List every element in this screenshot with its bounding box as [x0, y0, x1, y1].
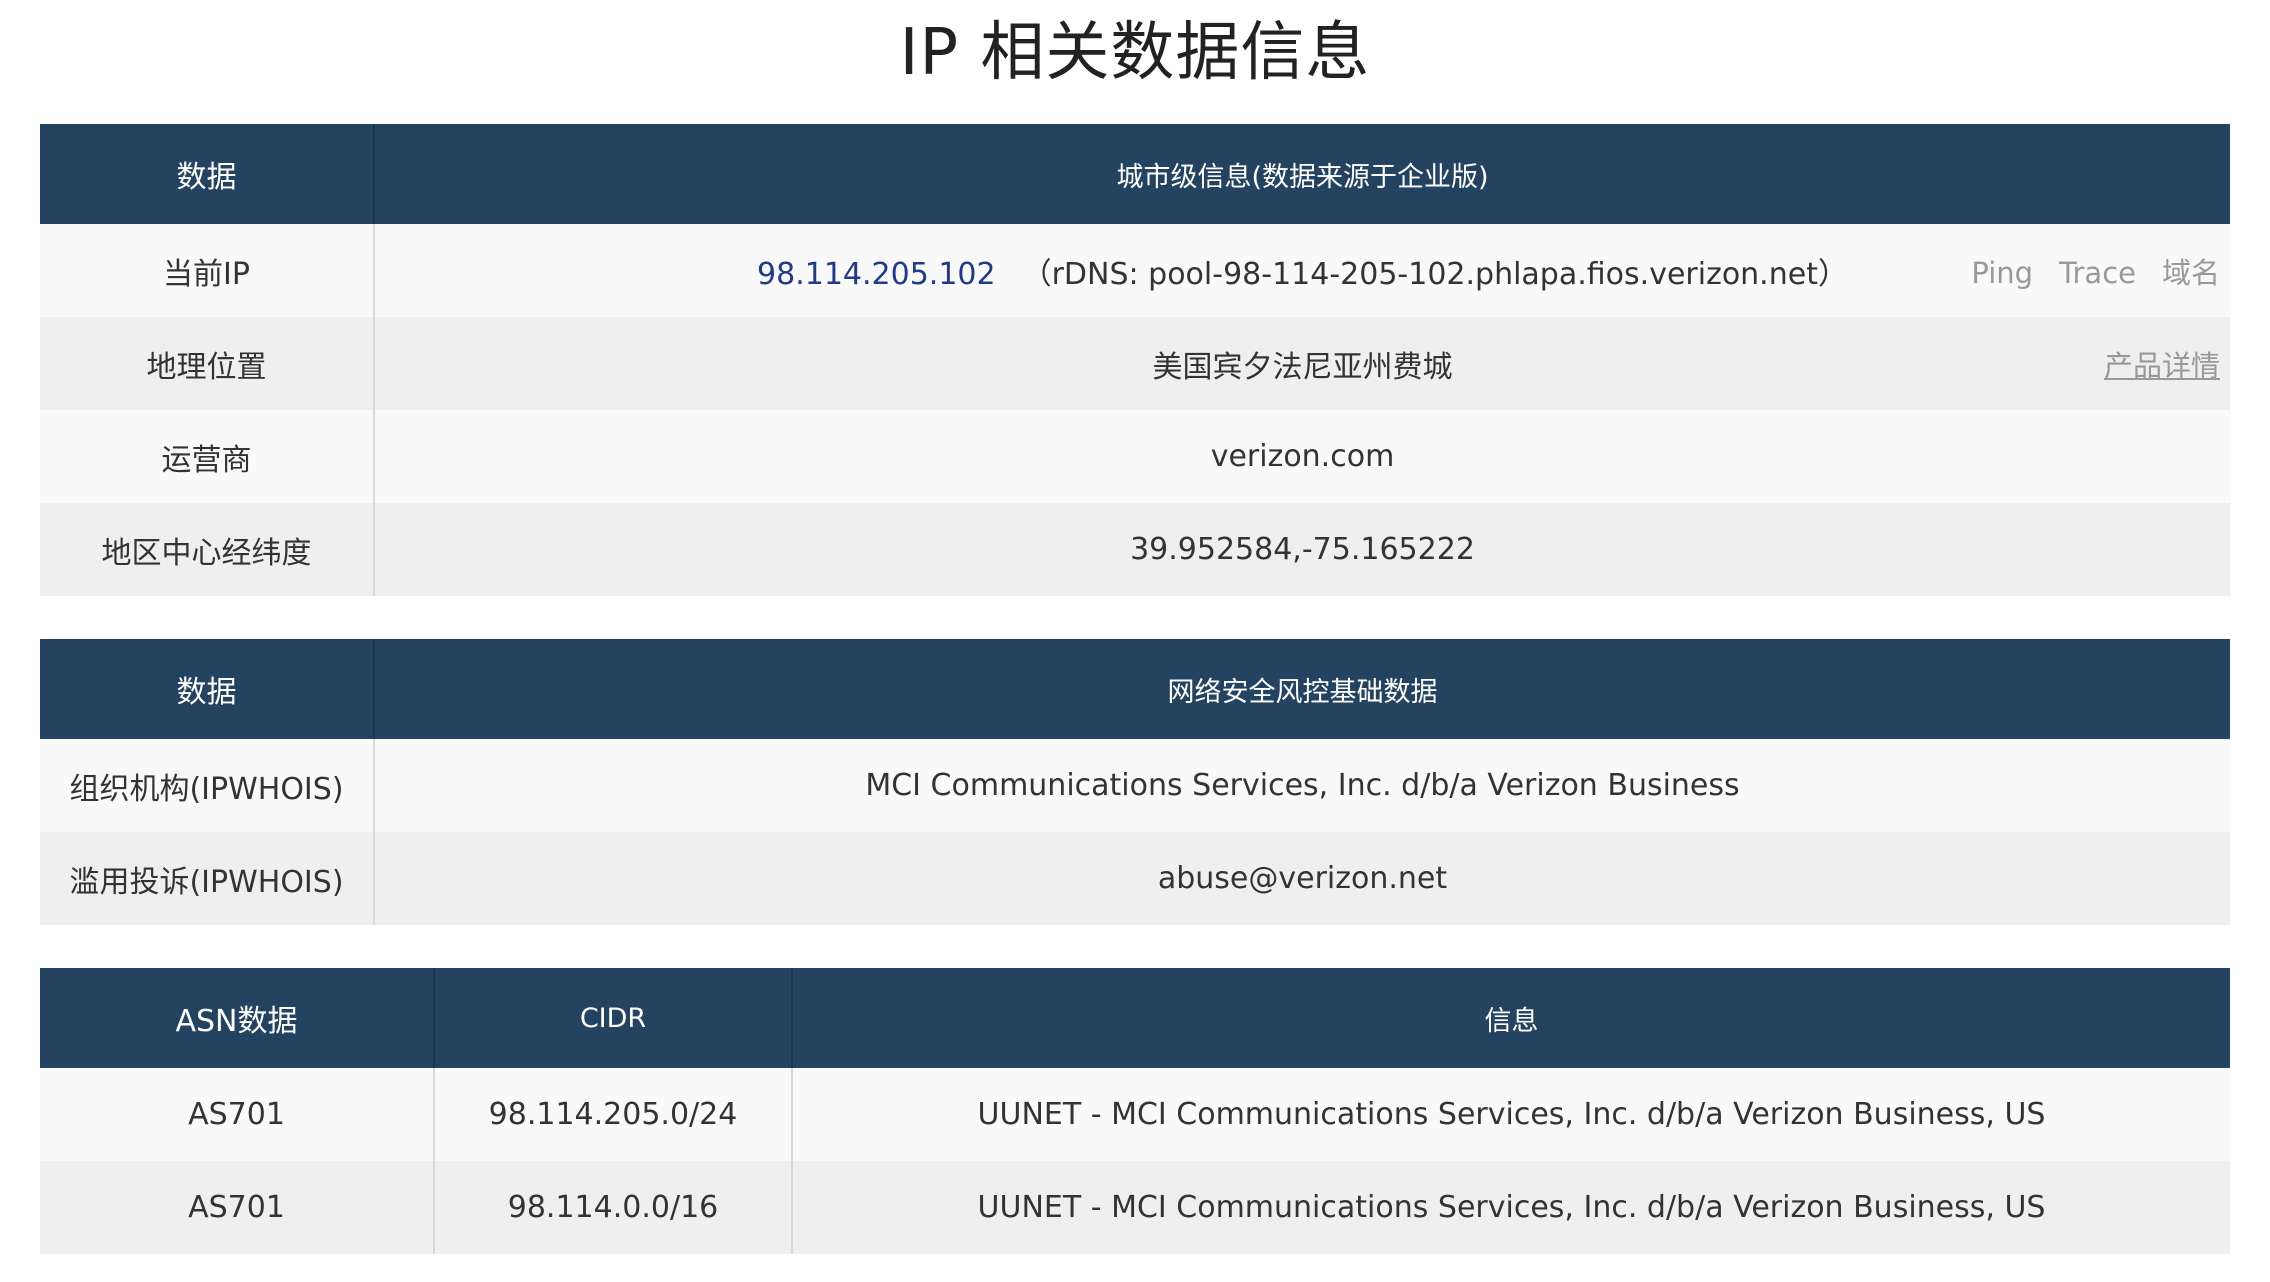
current-ip-label: 当前IP: [40, 224, 374, 317]
city-table-header-info: 城市级信息(数据来源于企业版): [373, 124, 2230, 224]
ip-tool-links: Ping Trace 域名: [1945, 250, 2220, 292]
rdns-text: （rDNS: pool-98-114-205-102.phlapa.fios.v…: [1021, 256, 1848, 292]
cidr-value: 98.114.0.0/16: [433, 1161, 792, 1254]
location-value: 美国宾夕法尼亚州费城: [1152, 349, 1453, 385]
org-value: MCI Communications Services, Inc. d/b/a …: [373, 739, 2230, 832]
product-details-link[interactable]: 产品详情: [2104, 343, 2220, 385]
table-row: AS701 98.114.0.0/16 UUNET - MCI Communic…: [40, 1161, 2230, 1254]
current-ip-cell: 98.114.205.102 （rDNS: pool-98-114-205-102…: [373, 224, 2230, 317]
security-table-header-data: 数据: [40, 639, 374, 739]
city-info-table: 数据 城市级信息(数据来源于企业版) 当前IP 98.114.205.102 （r…: [40, 124, 2230, 596]
table-row: 地区中心经纬度 39.952584,-75.165222: [40, 503, 2230, 596]
domain-link[interactable]: 域名: [2162, 256, 2220, 290]
table-row: 滥用投诉(IPWHOIS) abuse@verizon.net: [40, 832, 2230, 925]
asn-table-header-cidr: CIDR: [433, 968, 792, 1068]
cidr-value: 98.114.205.0/24: [433, 1068, 792, 1161]
coords-value: 39.952584,-75.165222: [373, 503, 2230, 596]
asn-info-value: UUNET - MCI Communications Services, Inc…: [791, 1068, 2230, 1161]
security-table-header-info: 网络安全风控基础数据: [373, 639, 2230, 739]
table-row: 地理位置 美国宾夕法尼亚州费城 产品详情: [40, 317, 2230, 410]
page-title: IP 相关数据信息: [899, 16, 1371, 90]
table-row: AS701 98.114.205.0/24 UUNET - MCI Commun…: [40, 1068, 2230, 1161]
trace-link[interactable]: Trace: [2059, 256, 2136, 290]
location-label: 地理位置: [40, 317, 374, 410]
ip-address-link[interactable]: 98.114.205.102: [757, 257, 996, 292]
asn-table-header-asn: ASN数据: [40, 968, 434, 1068]
table-row: 运营商 verizon.com: [40, 410, 2230, 503]
isp-value: verizon.com: [373, 410, 2230, 503]
city-table-header-data: 数据: [40, 124, 374, 224]
security-info-table: 数据 网络安全风控基础数据 组织机构(IPWHOIS) MCI Communic…: [40, 639, 2230, 925]
org-label: 组织机构(IPWHOIS): [40, 739, 374, 832]
asn-table-header-info: 信息: [791, 968, 2230, 1068]
abuse-label: 滥用投诉(IPWHOIS): [40, 832, 374, 925]
table-row: 当前IP 98.114.205.102 （rDNS: pool-98-114-20…: [40, 224, 2230, 317]
abuse-value: abuse@verizon.net: [373, 832, 2230, 925]
ping-link[interactable]: Ping: [1971, 256, 2033, 290]
table-row: 组织机构(IPWHOIS) MCI Communications Service…: [40, 739, 2230, 832]
isp-label: 运营商: [40, 410, 374, 503]
asn-info-table: ASN数据 CIDR 信息 AS701 98.114.205.0/24 UUNE…: [40, 968, 2230, 1254]
asn-value: AS701: [40, 1068, 434, 1161]
asn-value: AS701: [40, 1161, 434, 1254]
location-cell: 美国宾夕法尼亚州费城 产品详情: [373, 317, 2230, 410]
asn-info-value: UUNET - MCI Communications Services, Inc…: [791, 1161, 2230, 1254]
coords-label: 地区中心经纬度: [40, 503, 374, 596]
